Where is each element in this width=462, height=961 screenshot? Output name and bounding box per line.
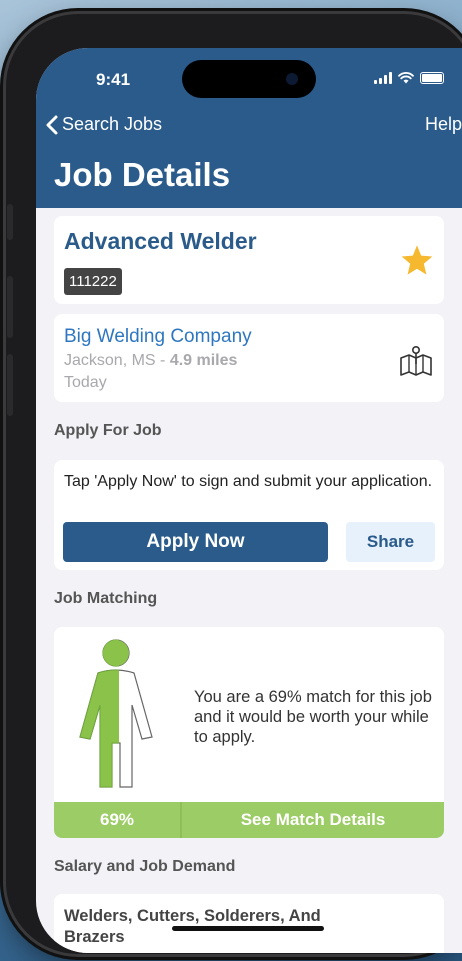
- volume-down-button: [7, 354, 13, 416]
- salary-card: Welders, Cutters, Solderers, And Brazers: [54, 894, 444, 953]
- job-id-badge: 111222: [64, 268, 122, 295]
- back-button[interactable]: Search Jobs: [46, 114, 162, 135]
- apply-instructions: Tap 'Apply Now' to sign and submit your …: [64, 473, 433, 490]
- help-button[interactable]: Help: [425, 114, 462, 135]
- mute-switch: [7, 204, 13, 240]
- chevron-left-icon: [46, 115, 58, 134]
- volume-up-button: [7, 276, 13, 338]
- dynamic-island: [182, 60, 316, 98]
- screen: 9:41 Search Jobs Help Job Details Advanc…: [36, 48, 462, 953]
- apply-card: Tap 'Apply Now' to sign and submit your …: [54, 460, 444, 570]
- matching-section-label: Job Matching: [54, 590, 158, 607]
- apply-section-label: Apply For Job: [54, 422, 162, 439]
- person-match-icon: [79, 639, 153, 788]
- phone-frame: 9:41 Search Jobs Help Job Details Advanc…: [6, 14, 462, 954]
- distance-text: 4.9 miles: [169, 352, 238, 369]
- share-button[interactable]: Share: [346, 522, 435, 562]
- map-icon[interactable]: [398, 344, 434, 378]
- salary-section-label: Salary and Job Demand: [54, 858, 236, 875]
- location-text: Jackson, MS - 4.9 miles: [64, 352, 237, 370]
- wifi-icon: [398, 72, 414, 84]
- job-title-card: Advanced Welder 111222: [54, 216, 444, 304]
- location-city: Jackson, MS -: [64, 352, 170, 369]
- back-button-label: Search Jobs: [62, 114, 163, 134]
- battery-icon: [420, 72, 444, 84]
- page-title: Job Details: [54, 156, 231, 193]
- status-icons: [374, 72, 444, 84]
- company-name[interactable]: Big Welding Company: [64, 326, 252, 348]
- signal-icon: [374, 72, 392, 84]
- home-indicator[interactable]: [172, 926, 324, 931]
- match-percent: 69%: [54, 802, 182, 838]
- star-icon[interactable]: [400, 244, 434, 276]
- status-time: 9:41: [96, 70, 131, 89]
- camera-icon: [286, 73, 298, 85]
- posted-date: Today: [64, 374, 107, 391]
- see-match-details-button[interactable]: See Match Details: [182, 802, 444, 838]
- company-card[interactable]: Big Welding Company Jackson, MS - 4.9 mi…: [54, 314, 444, 402]
- job-title: Advanced Welder: [64, 228, 257, 254]
- navigation-header: 9:41 Search Jobs Help Job Details: [36, 48, 462, 208]
- apply-now-button[interactable]: Apply Now: [63, 522, 328, 562]
- job-matching-card: You are a 69% match for this job and it …: [54, 627, 444, 838]
- match-message: You are a 69% match for this job and it …: [194, 688, 432, 746]
- match-bar[interactable]: 69% See Match Details: [54, 802, 444, 838]
